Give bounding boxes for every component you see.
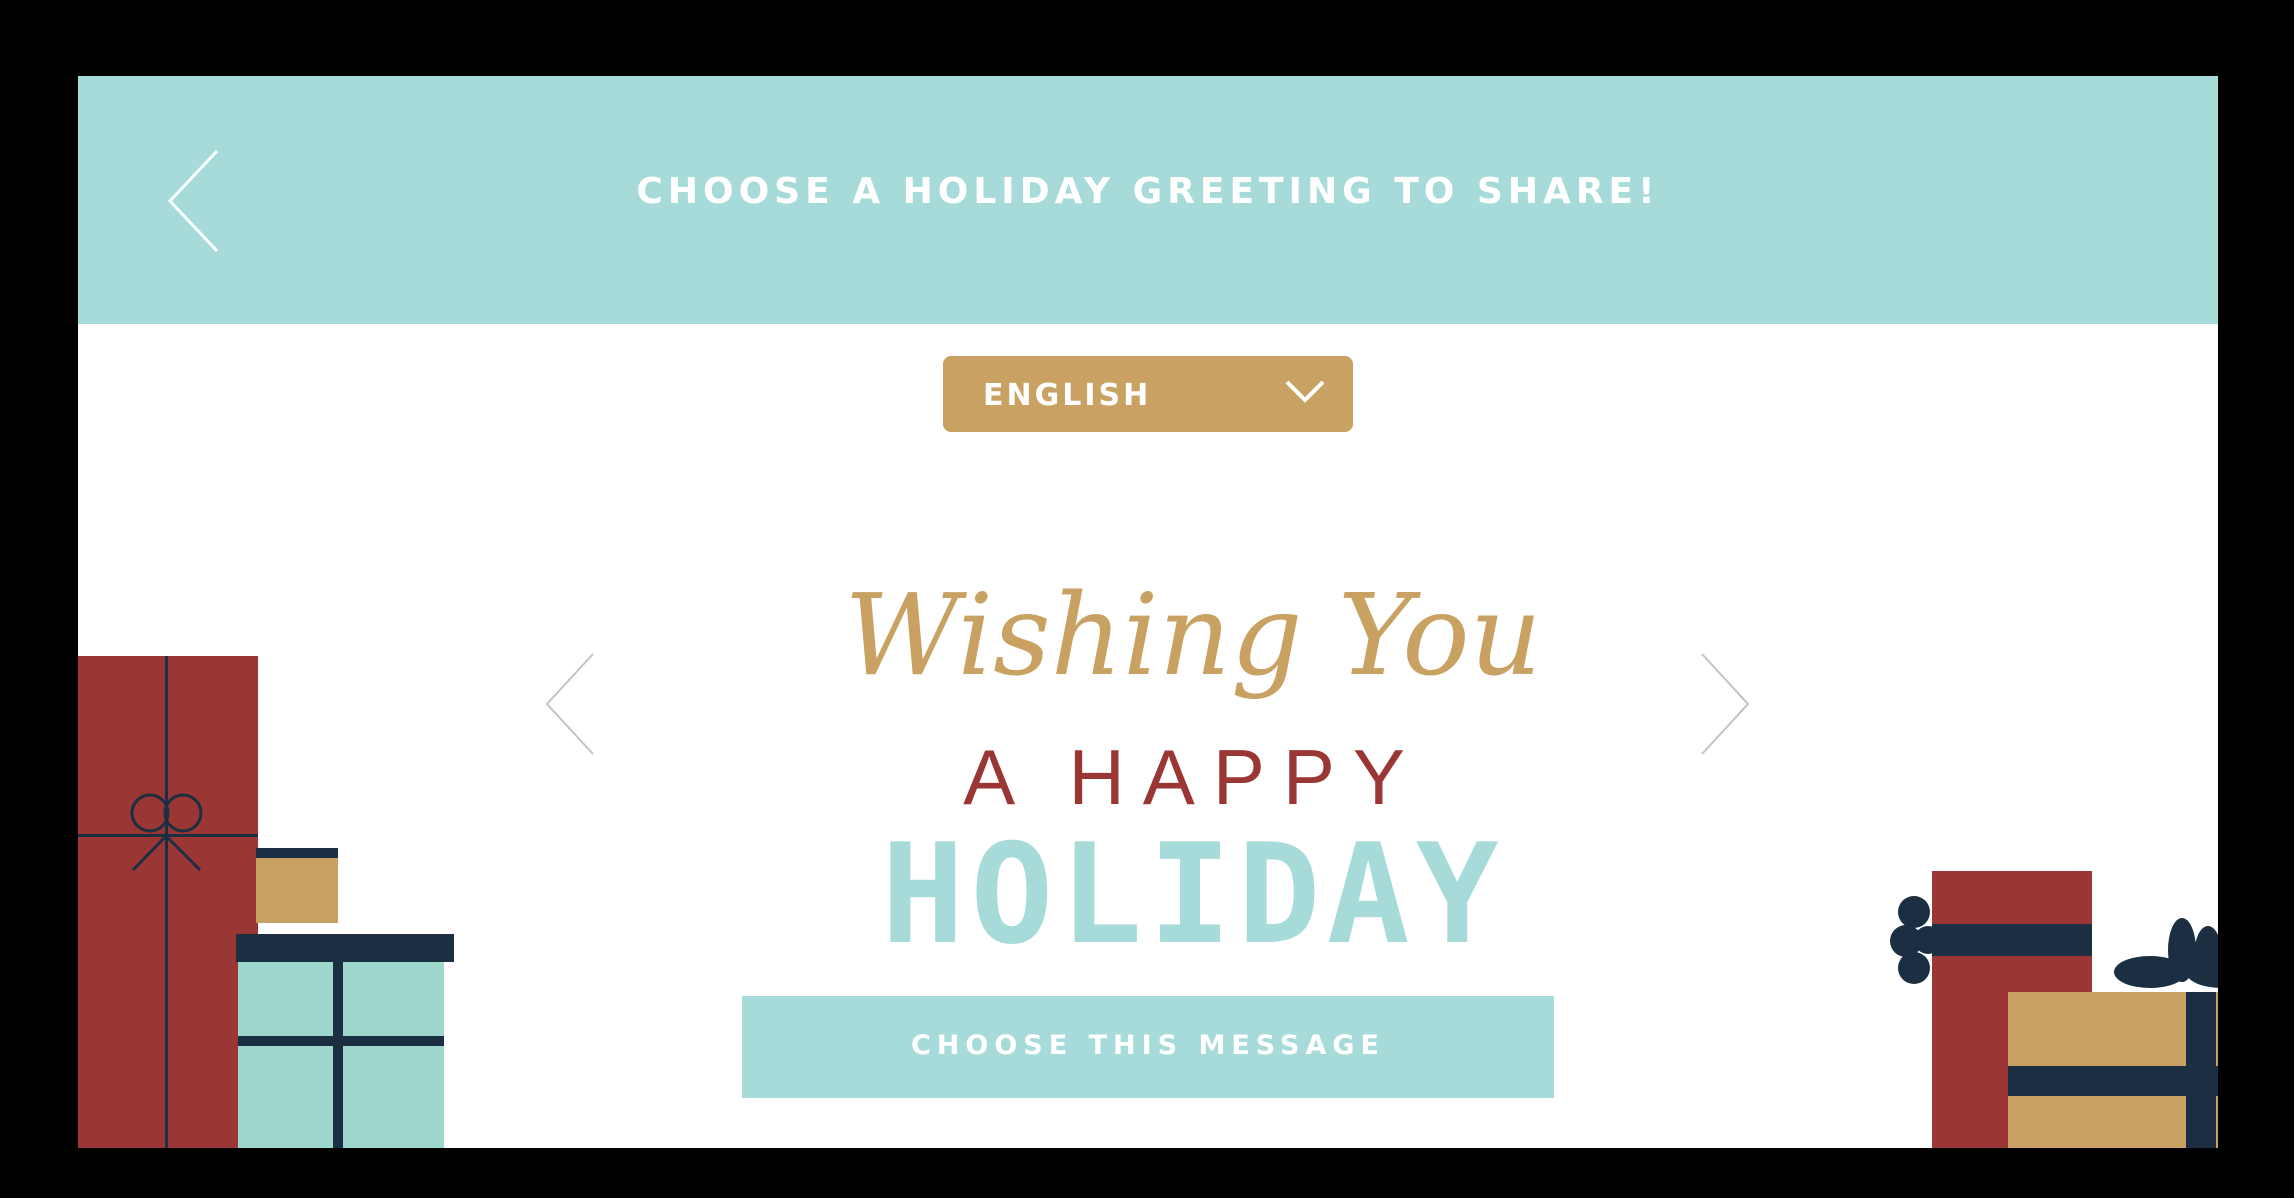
- chevron-down-icon: [1285, 380, 1325, 403]
- greeting-artwork: Wishing You A HAPPY HOLIDAY: [844, 571, 1542, 975]
- gift-boxes-right-illustration: [1890, 871, 2218, 1148]
- language-selected-value: ENGLISH: [983, 378, 1152, 413]
- language-select[interactable]: ENGLISH: [943, 356, 1353, 432]
- page-title: CHOOSE A HOLIDAY GREETING TO SHARE!: [636, 171, 1660, 212]
- choose-message-label: CHOOSE THIS MESSAGE: [910, 1030, 1385, 1061]
- app-frame: CHOOSE A HOLIDAY GREETING TO SHARE! ENGL…: [78, 76, 2218, 1148]
- chevron-left-icon: [545, 653, 594, 755]
- next-greeting-button[interactable]: [1692, 652, 1752, 756]
- previous-greeting-button[interactable]: [543, 652, 603, 756]
- gift-boxes-left-illustration: [78, 656, 454, 1148]
- greeting-line-happy: A HAPPY: [963, 733, 1423, 821]
- header-bar: CHOOSE A HOLIDAY GREETING TO SHARE!: [78, 76, 2218, 324]
- choose-message-button[interactable]: CHOOSE THIS MESSAGE: [742, 996, 1554, 1098]
- greeting-line-holiday: HOLIDAY: [881, 814, 1505, 975]
- chevron-right-icon: [1701, 653, 1750, 755]
- greeting-line-script: Wishing You: [844, 571, 1542, 701]
